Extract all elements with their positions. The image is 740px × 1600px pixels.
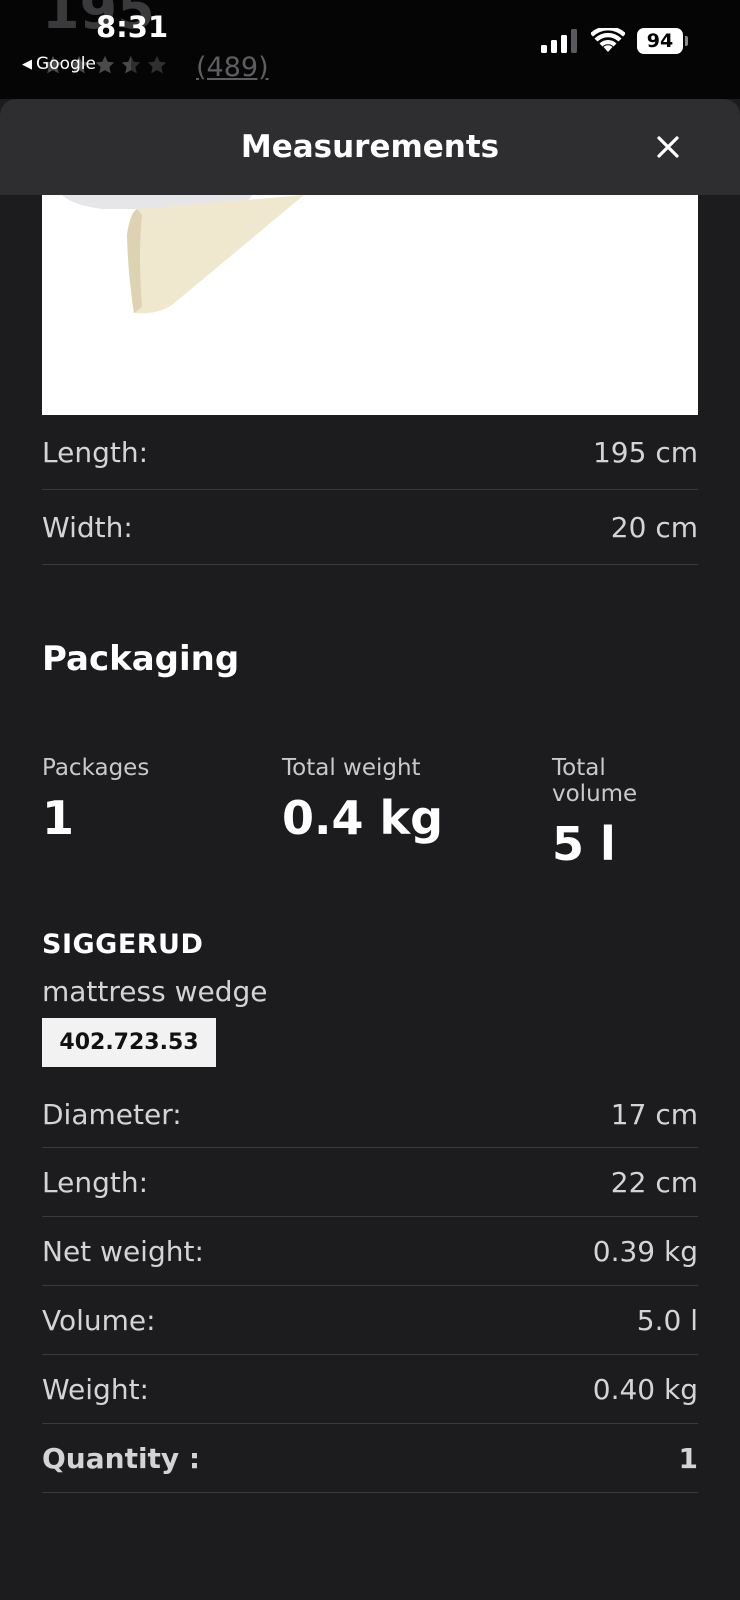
packaging-stats: Packages 1 Total weight 0.4 kg Total vol… [42, 755, 698, 871]
spec-value: 22 cm [610, 1165, 698, 1199]
status-time: 8:31 [96, 10, 169, 44]
spec-row-diameter: Diameter: 17 cm [42, 1081, 698, 1148]
stat-label: Total weight [282, 755, 421, 781]
stat-value: 1 [42, 791, 75, 845]
stat-label: Packages [42, 755, 150, 781]
spec-label: Quantity : [42, 1441, 201, 1475]
close-button[interactable] [646, 125, 690, 169]
mattress-wedge-illustration [42, 195, 698, 415]
spec-label: Length: [42, 1165, 149, 1199]
spec-row-length: Length: 22 cm [42, 1148, 698, 1217]
sheet-header: Measurements [0, 99, 740, 195]
back-to-app-link[interactable]: ◀ Google [22, 54, 96, 74]
dimension-row-length: Length: 195 cm [42, 415, 698, 490]
battery-level: 94 [637, 28, 683, 54]
spec-row-volume: Volume: 5.0 l [42, 1286, 698, 1355]
back-triangle-icon: ◀ [22, 56, 32, 72]
dimension-value: 195 cm [592, 435, 698, 469]
spec-value: 1 [678, 1441, 698, 1475]
sheet-title: Measurements [240, 129, 500, 165]
system-icons: 94 [541, 28, 688, 54]
stat-value: 5 l [552, 817, 616, 871]
product-name: SIGGERUD [42, 929, 204, 960]
product-type: mattress wedge [42, 975, 268, 1008]
stat-label: Total volume [552, 755, 638, 807]
dimension-label: Width: [42, 510, 133, 544]
package-spec-list: Diameter: 17 cm Length: 22 cm Net weight… [42, 1081, 698, 1493]
dimensions-list: Length: 195 cm Width: 20 cm [42, 415, 698, 565]
spec-label: Diameter: [42, 1097, 182, 1131]
spec-value: 5.0 l [636, 1303, 698, 1337]
spec-row-net-weight: Net weight: 0.39 kg [42, 1217, 698, 1286]
battery-indicator: 94 [637, 28, 688, 54]
star-icon [95, 55, 115, 74]
close-icon [657, 136, 679, 158]
spec-value: 0.40 kg [592, 1372, 698, 1406]
back-app-label: Google [36, 54, 96, 74]
dimension-label: Length: [42, 435, 149, 469]
stat-total-volume: Total volume 5 l [552, 755, 698, 871]
spec-label: Net weight: [42, 1234, 204, 1268]
stat-value: 0.4 kg [282, 791, 444, 845]
status-bar: 195 (489) 8:31 ◀ Google 94 [0, 0, 740, 99]
stat-total-weight: Total weight 0.4 kg [282, 755, 443, 845]
empty-star-icon [147, 55, 167, 74]
packaging-heading: Packaging [42, 639, 240, 679]
spec-row-weight: Weight: 0.40 kg [42, 1355, 698, 1424]
spec-label: Weight: [42, 1372, 149, 1406]
spec-value: 0.39 kg [592, 1234, 698, 1268]
review-count-link[interactable]: (489) [196, 52, 269, 83]
stat-packages: Packages 1 [42, 755, 149, 845]
spec-value: 17 cm [610, 1097, 698, 1131]
half-star-icon [121, 55, 141, 74]
cellular-signal-icon [541, 29, 577, 53]
article-number-badge: 402.723.53 [42, 1018, 216, 1067]
dimension-row-width: Width: 20 cm [42, 490, 698, 565]
dimension-value: 20 cm [610, 510, 698, 544]
product-image [42, 195, 698, 415]
measurements-sheet: Measurements Length: 195 cm Width: 20 cm… [0, 99, 740, 1600]
spec-label: Volume: [42, 1303, 156, 1337]
battery-nub [685, 36, 688, 46]
spec-row-quantity: Quantity : 1 [42, 1424, 698, 1493]
wifi-icon [591, 28, 625, 52]
